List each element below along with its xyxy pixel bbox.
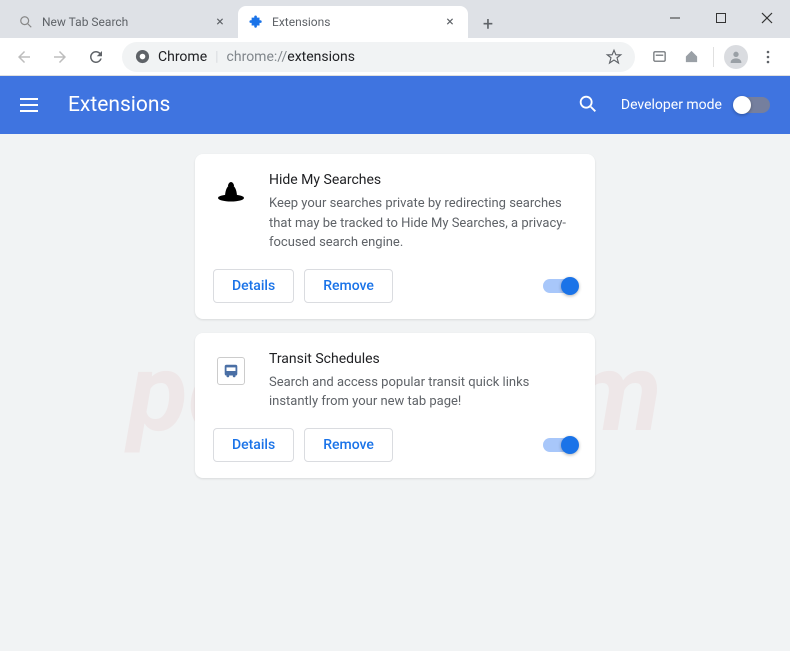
extension-toolbar-icon[interactable] [645,43,673,71]
kebab-menu-icon[interactable] [754,43,782,71]
search-icon [18,14,34,30]
profile-avatar[interactable] [722,43,750,71]
extension-card: Hide My Searches Keep your searches priv… [195,154,595,319]
browser-tab-active[interactable]: Extensions × [238,6,468,38]
remove-button[interactable]: Remove [304,428,393,462]
developer-mode-toggle[interactable] [734,97,770,113]
toolbar-divider [713,47,714,67]
forward-button[interactable] [44,41,76,73]
remove-button[interactable]: Remove [304,269,393,303]
developer-mode-label: Developer mode [621,97,722,113]
extensions-content: pcrisk.com Hide My Searches Keep your se… [0,134,790,651]
back-button[interactable] [8,41,40,73]
tab-close-icon[interactable]: × [212,14,228,30]
tab-title: Extensions [272,15,438,29]
reload-button[interactable] [80,41,112,73]
details-button[interactable]: Details [213,269,294,303]
search-icon[interactable] [577,93,601,117]
extension-card: Transit Schedules Search and access popu… [195,333,595,478]
maximize-button[interactable] [698,0,744,36]
toggle-knob [561,436,579,454]
extension-toggle[interactable] [543,279,577,293]
window-controls [652,0,790,36]
tab-title: New Tab Search [42,15,208,29]
extension-description: Search and access popular transit quick … [269,373,577,412]
address-bar[interactable]: Chrome | chrome://extensions [122,42,635,72]
bookmark-star-icon[interactable] [605,48,623,66]
hat-icon [213,174,249,210]
tab-close-icon[interactable]: × [442,14,458,30]
puzzle-icon [248,14,264,30]
close-window-button[interactable] [744,0,790,36]
extensions-header: Extensions Developer mode [0,76,790,134]
toggle-knob [561,277,579,295]
page-title: Extensions [68,93,577,117]
extension-toolbar-icon-2[interactable] [677,43,705,71]
extension-toggle[interactable] [543,438,577,452]
address-scheme: chrome:// [227,49,288,65]
address-path: extensions [287,49,355,65]
new-tab-button[interactable]: + [474,10,502,38]
minimize-button[interactable] [652,0,698,36]
chrome-icon [134,49,150,65]
extension-name: Hide My Searches [269,172,577,188]
extension-description: Keep your searches private by redirectin… [269,194,577,253]
browser-toolbar: Chrome | chrome://extensions [0,38,790,76]
toggle-knob [733,96,751,114]
hamburger-menu-icon[interactable] [20,93,44,117]
details-button[interactable]: Details [213,428,294,462]
bus-icon [213,353,249,389]
browser-tab[interactable]: New Tab Search × [8,6,238,38]
extension-name: Transit Schedules [269,351,577,367]
address-prefix: Chrome [158,49,207,65]
